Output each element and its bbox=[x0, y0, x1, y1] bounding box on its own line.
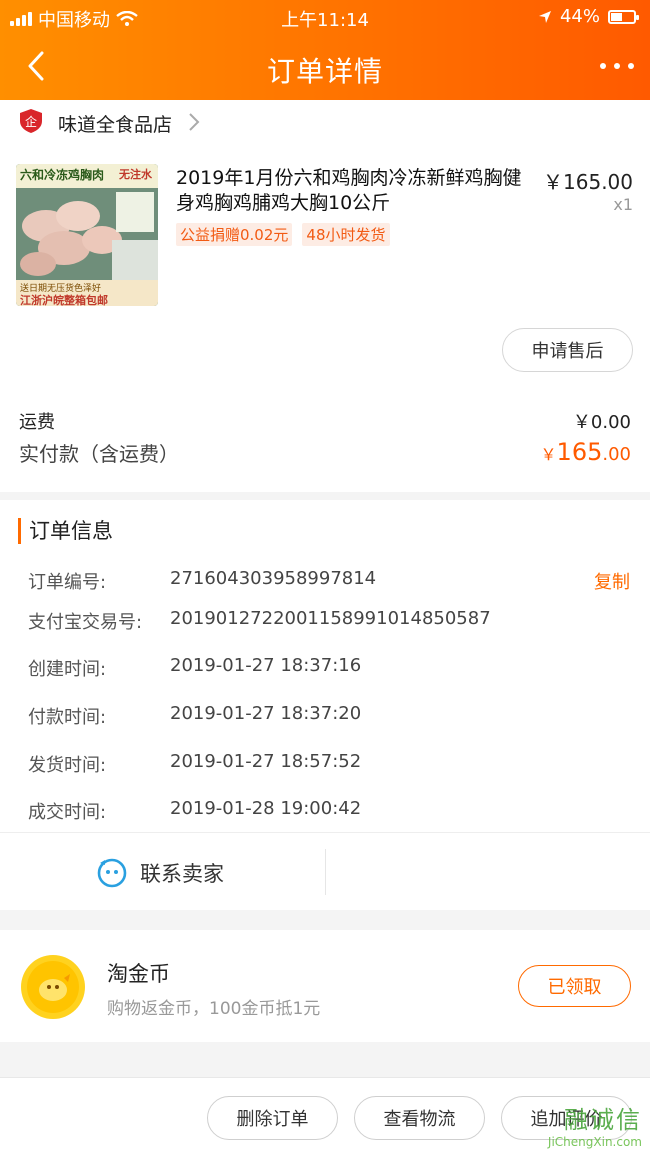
claimed-button[interactable]: 已领取 bbox=[518, 965, 631, 1007]
product-tag: 公益捐赠0.02元 bbox=[176, 223, 293, 246]
shipping-label: 运费 bbox=[19, 412, 55, 433]
watermark-text: JiChengXin.com bbox=[547, 1135, 642, 1149]
product-image-text-2: 无注水 bbox=[119, 168, 152, 181]
copy-button[interactable]: 复制 bbox=[594, 568, 630, 594]
order-info-heading: 订单信息 bbox=[18, 518, 113, 544]
nav-bar: 订单详情 bbox=[0, 34, 650, 100]
deal-time-value: 2019-01-28 19:00:42 bbox=[170, 798, 362, 819]
watermark-brand: 融诚信 bbox=[564, 1106, 642, 1134]
view-logistics-button[interactable]: 查看物流 bbox=[354, 1096, 485, 1140]
paid-currency: ￥ bbox=[540, 445, 557, 464]
more-dot-icon bbox=[600, 63, 606, 69]
paid-amount: ￥165.00 bbox=[541, 438, 631, 466]
chevron-right-icon bbox=[189, 113, 200, 131]
product-quantity: x1 bbox=[613, 195, 633, 214]
product-image[interactable]: 六和冷冻鸡胸肉 无注水 送日期无压货色泽好 江浙沪皖整箱包邮 bbox=[16, 164, 158, 306]
status-bar: 中国移动 上午11:14 44% bbox=[0, 0, 650, 34]
more-dot-icon bbox=[628, 63, 634, 69]
contact-seller-label: 联系卖家 bbox=[140, 862, 224, 886]
product-tags: 公益捐赠0.02元 48小时发货 bbox=[176, 223, 390, 246]
shipping-value: ￥0.00 bbox=[572, 412, 631, 433]
contact-seller-button[interactable]: 联系卖家 bbox=[0, 833, 325, 911]
gold-coin-icon bbox=[21, 955, 85, 1019]
coins-subtitle: 购物返金币，100金币抵1元 bbox=[107, 999, 321, 1019]
contact-bar: 联系卖家 bbox=[0, 832, 650, 910]
battery-icon bbox=[608, 9, 639, 24]
chat-bubble-icon bbox=[97, 858, 127, 888]
paid-time-value: 2019-01-27 18:37:20 bbox=[170, 703, 362, 724]
paid-time-label: 付款时间: bbox=[28, 707, 107, 728]
shipped-time-label: 发货时间: bbox=[28, 755, 107, 776]
created-time-label: 创建时间: bbox=[28, 659, 107, 680]
coins-title: 淘金币 bbox=[107, 962, 170, 986]
shipped-time-value: 2019-01-27 18:57:52 bbox=[170, 751, 362, 772]
paid-main: 165 bbox=[556, 438, 603, 466]
store-row[interactable]: 企 味道全食品店 bbox=[0, 100, 650, 142]
store-badge-icon: 企 bbox=[20, 109, 42, 133]
product-title[interactable]: 2019年1月份六和鸡胸肉冷冻新鲜鸡胸健身鸡胸鸡脯鸡大胸10公斤 bbox=[176, 166, 528, 216]
created-time-value: 2019-01-27 18:37:16 bbox=[170, 655, 362, 676]
order-number-value: 271604303958997814 bbox=[170, 568, 377, 589]
paid-cents: .00 bbox=[602, 444, 631, 465]
product-price: ￥165.00 bbox=[543, 170, 633, 194]
delete-order-button[interactable]: 删除订单 bbox=[207, 1096, 338, 1140]
order-info-section: 订单信息 订单编号: 271604303958997814 复制 支付宝交易号:… bbox=[0, 500, 650, 832]
status-right: 44% bbox=[538, 6, 639, 27]
coins-section: 淘金币 购物返金币，100金币抵1元 已领取 bbox=[0, 930, 650, 1042]
after-sale-button[interactable]: 申请售后 bbox=[502, 328, 633, 372]
more-dot-icon bbox=[614, 63, 620, 69]
location-arrow-icon bbox=[538, 10, 551, 23]
store-name: 味道全食品店 bbox=[58, 114, 173, 136]
more-options-button[interactable] bbox=[600, 54, 634, 78]
alipay-trade-value: 2019012722001158991014850587 bbox=[170, 608, 491, 629]
watermark: 融诚信 JiChengXin.com bbox=[548, 1100, 642, 1149]
page-title: 订单详情 bbox=[266, 55, 383, 88]
deal-time-label: 成交时间: bbox=[28, 802, 107, 823]
product-tag: 48小时发货 bbox=[302, 223, 390, 246]
product-image-text-3: 江浙沪皖整箱包邮 bbox=[20, 294, 108, 306]
alipay-trade-label: 支付宝交易号: bbox=[28, 612, 143, 633]
order-number-label: 订单编号: bbox=[28, 572, 107, 593]
paid-label: 实付款（含运费） bbox=[19, 442, 179, 466]
battery-percent: 44% bbox=[559, 6, 600, 27]
product-image-text-1: 六和冷冻鸡胸肉 bbox=[20, 168, 105, 182]
contact-divider bbox=[325, 849, 326, 895]
product-card: 六和冷冻鸡胸肉 无注水 送日期无压货色泽好 江浙沪皖整箱包邮 2019年1月份六… bbox=[0, 142, 650, 492]
svg-text:企: 企 bbox=[25, 114, 37, 129]
